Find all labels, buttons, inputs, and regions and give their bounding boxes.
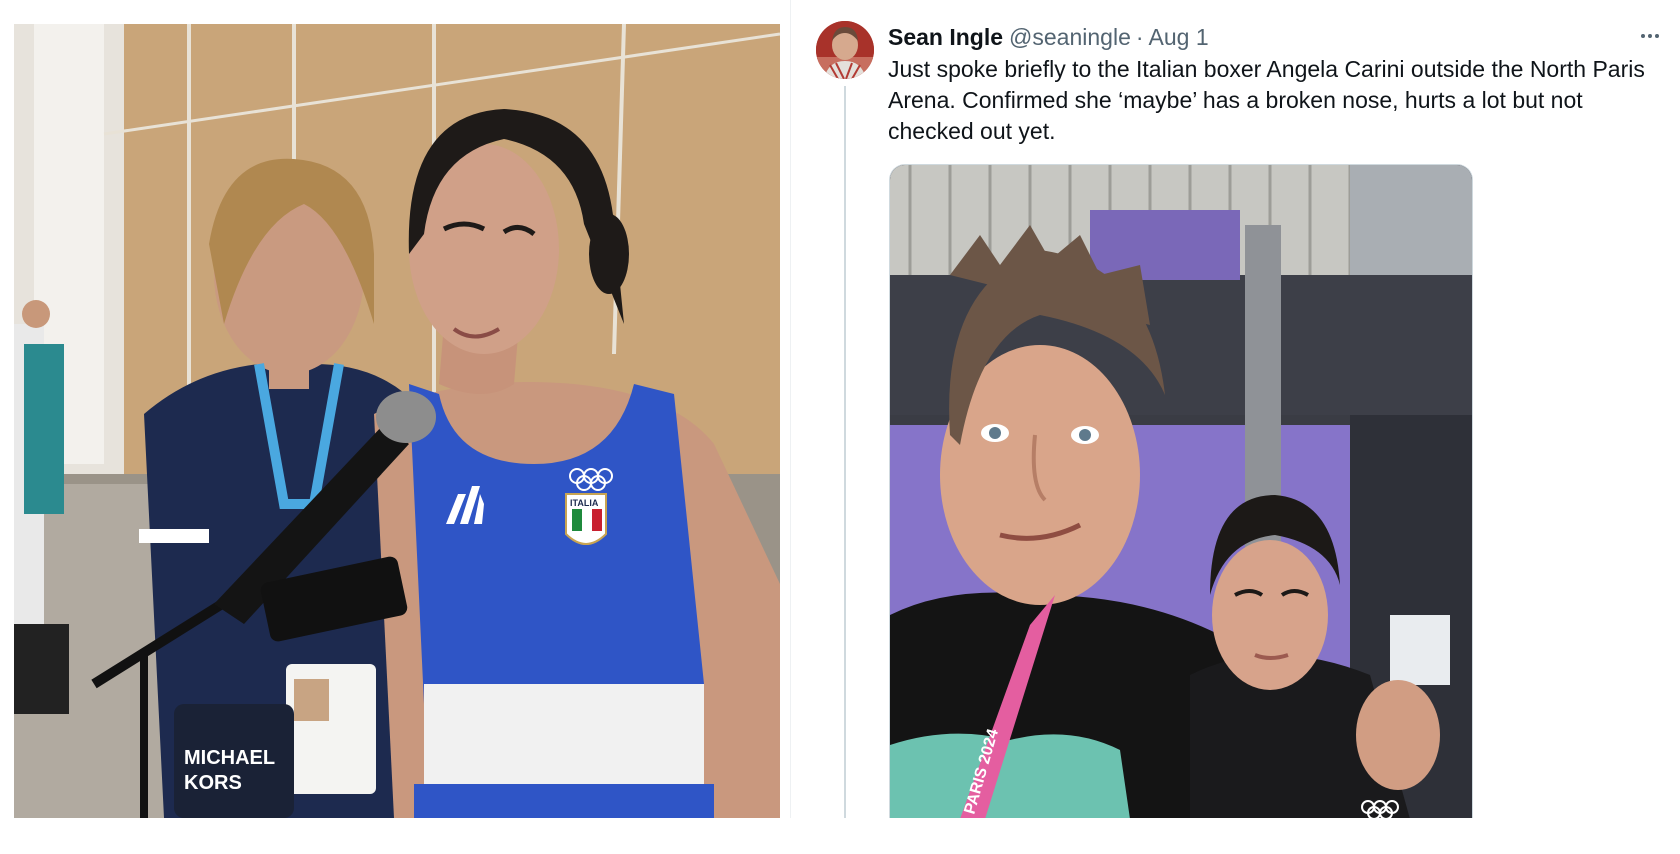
screenshot-canvas: MICHAEL KORS ITALIA Sean Ingle @seaningl… bbox=[0, 0, 1680, 854]
bag-brand-text-2: KORS bbox=[184, 772, 242, 794]
bag-brand-text: MICHAEL bbox=[184, 747, 275, 769]
boxer-interview-illustration: MICHAEL KORS ITALIA bbox=[14, 24, 780, 818]
tweet-text: Just spoke briefly to the Italian boxer … bbox=[888, 56, 1645, 144]
avatar-image bbox=[816, 21, 874, 79]
tweet-card[interactable]: Sean Ingle @seaningle · Aug 1 Just spoke… bbox=[790, 0, 1680, 818]
ellipsis-icon[interactable] bbox=[1633, 20, 1667, 52]
author-handle[interactable]: @seaningle bbox=[1009, 22, 1131, 52]
author-display-name[interactable]: Sean Ingle bbox=[888, 22, 1003, 52]
author-avatar[interactable] bbox=[816, 21, 874, 79]
tweet-date[interactable]: Aug 1 bbox=[1149, 22, 1209, 52]
header-separator: · bbox=[1135, 24, 1144, 50]
boxer-interview-photo: MICHAEL KORS ITALIA bbox=[14, 24, 780, 818]
selfie-illustration: PARIS 2024 bbox=[890, 165, 1472, 818]
tweet-header: Sean Ingle @seaningle · Aug 1 bbox=[888, 22, 1209, 52]
kit-text: ITALIA bbox=[570, 498, 599, 508]
tweet-media-photo[interactable]: PARIS 2024 bbox=[889, 164, 1473, 818]
thread-connector-line bbox=[844, 86, 846, 818]
